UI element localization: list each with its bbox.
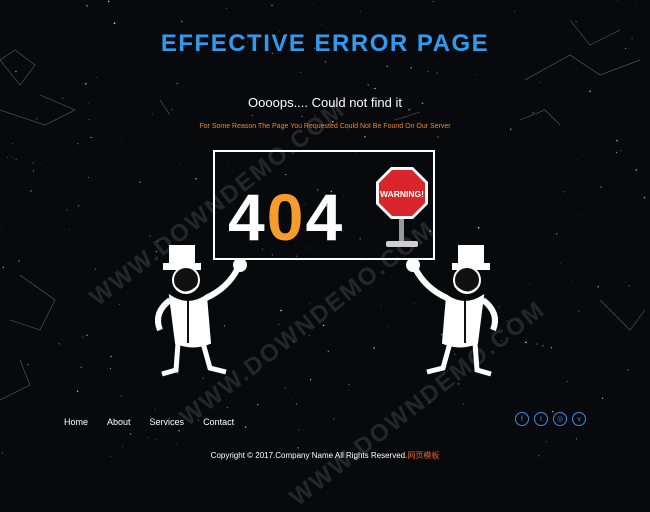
facebook-icon[interactable]: f bbox=[515, 412, 529, 426]
error-message: For Some Reason The Page You Requested C… bbox=[0, 123, 650, 130]
nav-contact-link[interactable]: Contact bbox=[203, 417, 234, 427]
page-title: EFFECTIVE ERROR PAGE bbox=[0, 30, 650, 58]
mascot-left-icon bbox=[148, 238, 258, 383]
instagram-icon[interactable]: ◎ bbox=[553, 412, 567, 426]
nav-home-link[interactable]: Home bbox=[64, 417, 88, 427]
warning-sign-text: WARNING! bbox=[380, 189, 424, 199]
error-digit-highlight: 0 bbox=[267, 184, 306, 250]
nav-about-link[interactable]: About bbox=[107, 417, 131, 427]
twitter-icon[interactable]: t bbox=[534, 412, 548, 426]
copyright-text: Copyright © 2017.Company Name All Rights… bbox=[211, 451, 408, 460]
social-links: f t ◎ v bbox=[515, 412, 586, 426]
page-subtitle: Oooops.... Could not find it bbox=[0, 95, 650, 110]
footer-nav: Home About Services Contact bbox=[64, 417, 234, 427]
nav-services-link[interactable]: Services bbox=[150, 417, 185, 427]
error-digit: 4 bbox=[305, 184, 344, 250]
vimeo-icon[interactable]: v bbox=[572, 412, 586, 426]
mascot-right-icon bbox=[395, 238, 505, 383]
copyright: Copyright © 2017.Company Name All Rights… bbox=[0, 450, 650, 461]
copyright-highlight-link[interactable]: 网页模板 bbox=[407, 451, 439, 460]
